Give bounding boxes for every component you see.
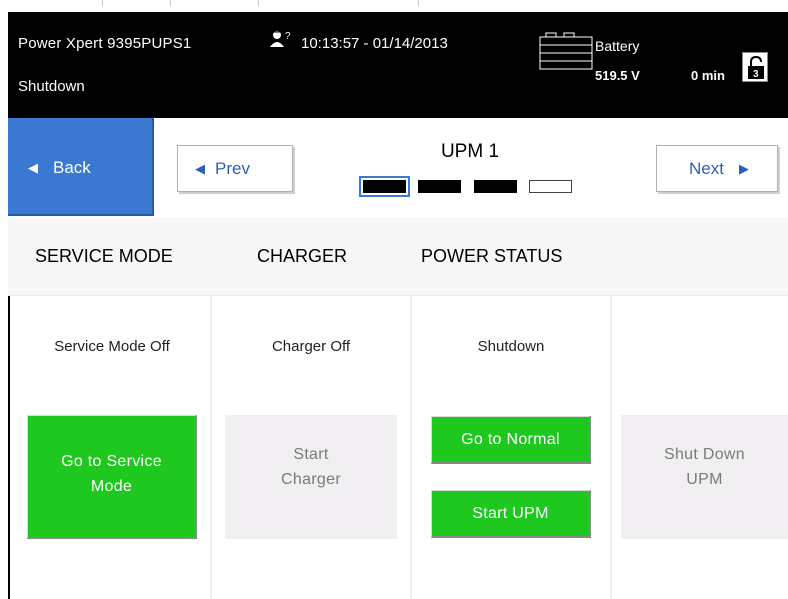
go-to-normal-button[interactable]: Go to Normal <box>431 416 591 464</box>
page-title: UPM 1 <box>440 141 500 162</box>
button-label: Shut Down <box>664 446 745 463</box>
tab-service-mode[interactable]: SERVICE MODE <box>35 246 173 267</box>
button-label: Start <box>293 446 329 463</box>
page-indicator-2[interactable] <box>418 180 461 193</box>
shut-down-upm-button[interactable]: Shut Down UPM <box>621 415 788 539</box>
battery-voltage: 519.5 V <box>595 68 640 83</box>
strip-divider <box>418 0 419 6</box>
page-indicator-1[interactable] <box>359 176 410 197</box>
back-button[interactable]: ◀ Back <box>8 118 154 216</box>
prev-arrow-icon: ◀ <box>195 161 205 176</box>
device-status: Shutdown <box>18 78 85 95</box>
button-label: UPM <box>686 471 723 488</box>
button-label: Charger <box>281 471 341 488</box>
next-button[interactable]: Next ▶ <box>656 145 778 192</box>
start-charger-button[interactable]: Start Charger <box>225 415 397 539</box>
page-indicator-4[interactable] <box>529 180 572 193</box>
page-indicator-3[interactable] <box>474 180 517 193</box>
battery-icon <box>538 31 593 71</box>
power-status: Shutdown <box>477 338 545 355</box>
tab-charger[interactable]: CHARGER <box>257 246 347 267</box>
datetime: 10:13:57 - 01/14/2013 <box>301 35 448 52</box>
battery-runtime: 0 min <box>691 68 725 83</box>
lock-button[interactable]: 3 <box>742 52 768 82</box>
back-label: Back <box>53 158 91 177</box>
prev-button[interactable]: ◀ Prev <box>177 145 293 192</box>
service-mode-status: Service Mode Off <box>54 338 170 355</box>
start-upm-button[interactable]: Start UPM <box>431 490 591 538</box>
back-arrow-icon: ◀ <box>28 160 38 175</box>
strip-divider <box>258 0 259 6</box>
button-label: Go to Normal <box>461 431 560 448</box>
button-label: Mode <box>90 478 133 495</box>
top-strip <box>0 0 788 12</box>
strip-divider <box>102 0 103 6</box>
unlock-icon: 3 <box>748 56 764 80</box>
left-border <box>8 296 10 599</box>
user-icon: ? <box>270 30 292 48</box>
strip-divider <box>170 0 171 6</box>
go-to-service-mode-button[interactable]: Go to Service Mode <box>27 415 197 539</box>
lock-number: 3 <box>753 69 759 80</box>
user-badge: ? <box>285 31 291 42</box>
next-label: Next <box>689 159 724 178</box>
status-header: Power Xpert 9395PUPS1 Shutdown ? 10:13:5… <box>8 12 788 118</box>
button-label: Go to Service <box>61 453 162 470</box>
next-arrow-icon: ▶ <box>739 161 749 176</box>
charger-status: Charger Off <box>271 338 351 355</box>
column-divider <box>610 296 612 599</box>
button-label: Start UPM <box>472 505 549 522</box>
prev-label: Prev <box>215 159 250 178</box>
device-name: Power Xpert 9395PUPS1 <box>18 35 192 52</box>
battery-label: Battery <box>595 38 640 54</box>
tab-power-status[interactable]: POWER STATUS <box>421 246 562 267</box>
